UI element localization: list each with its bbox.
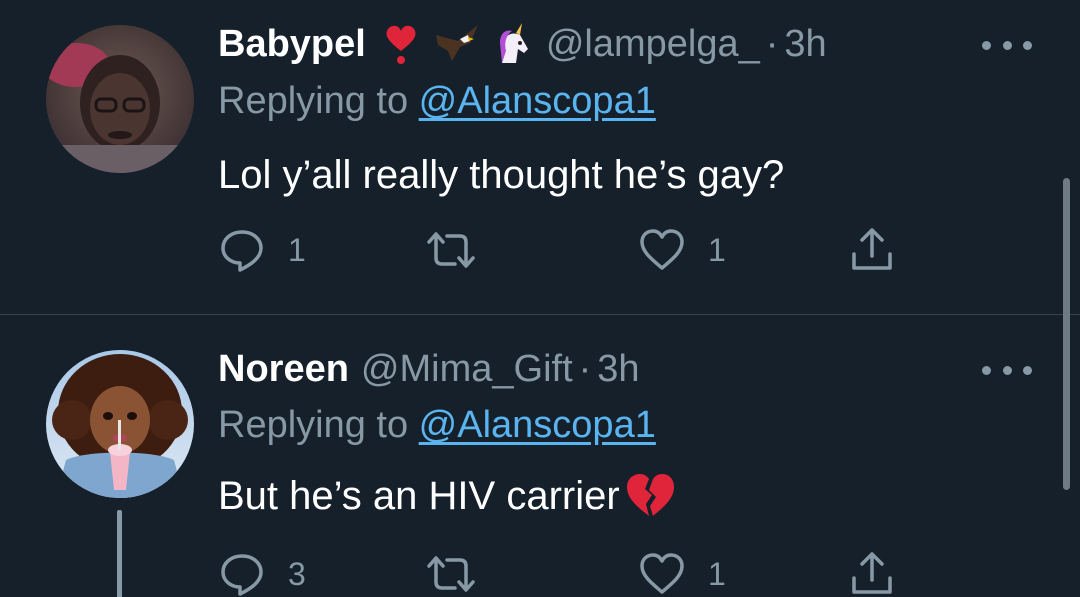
reply-count: 3 — [288, 555, 306, 592]
avatar[interactable] — [46, 25, 194, 173]
tweet-body: But he’s an HIV carrier — [218, 473, 620, 518]
reply-button[interactable]: 1 — [218, 226, 306, 274]
unicorn-icon — [490, 21, 536, 67]
tweet[interactable]: Babypel @lampelga_ · 3h Replying to @Ala… — [0, 0, 1080, 314]
reply-button[interactable]: 3 — [218, 550, 306, 597]
reply-icon — [221, 554, 263, 596]
eagle-icon — [434, 21, 480, 67]
display-name[interactable]: Babypel — [218, 23, 366, 66]
heart-icon — [640, 553, 684, 594]
separator-dot: · — [765, 22, 779, 65]
user-handle[interactable]: @lampelga_ — [546, 23, 760, 66]
more-options-icon[interactable] — [982, 355, 1032, 385]
separator-dot: · — [578, 347, 592, 390]
share-button[interactable] — [848, 550, 896, 597]
thread-line — [117, 510, 122, 597]
more-options-icon[interactable] — [982, 30, 1032, 60]
share-icon — [852, 552, 892, 594]
like-button[interactable]: 1 — [638, 226, 726, 274]
share-button[interactable] — [848, 226, 896, 274]
user-handle[interactable]: @Mima_Gift — [361, 348, 573, 391]
tweet-actions: 1 1 — [218, 226, 908, 274]
tweet-body: Lol y’all really thought he’s gay? — [218, 153, 785, 197]
like-count: 1 — [708, 555, 726, 592]
heart-icon — [640, 229, 684, 270]
display-name[interactable]: Noreen — [218, 348, 349, 391]
replying-to-line: Replying to @Alanscopa1 — [218, 80, 656, 123]
tweet-text: Lol y’all really thought he’s gay? — [218, 153, 784, 198]
replying-to-link[interactable]: @Alanscopa1 — [419, 404, 656, 446]
retweet-button[interactable] — [423, 226, 501, 274]
tweet-header: Babypel @lampelga_ · 3h — [218, 20, 827, 68]
like-button[interactable]: 1 — [638, 550, 726, 597]
like-count: 1 — [708, 231, 726, 268]
tweet-text: But he’s an HIV carrier — [218, 470, 686, 522]
heart-exclamation-icon — [378, 21, 424, 67]
tweet-actions: 3 1 — [218, 550, 908, 597]
retweet-icon — [427, 232, 475, 268]
replying-to-link[interactable]: @Alanscopa1 — [419, 80, 656, 122]
replying-to-line: Replying to @Alanscopa1 — [218, 404, 656, 447]
tweet-header: Noreen @Mima_Gift · 3h — [218, 345, 640, 393]
timestamp[interactable]: 3h — [784, 23, 826, 66]
share-icon — [852, 228, 892, 270]
timestamp[interactable]: 3h — [597, 348, 639, 391]
tweet[interactable]: Noreen @Mima_Gift · 3h Replying to @Alan… — [0, 315, 1080, 597]
scrollbar[interactable] — [1063, 178, 1070, 490]
avatar[interactable] — [46, 350, 194, 498]
reply-feed: Babypel @lampelga_ · 3h Replying to @Ala… — [0, 0, 1080, 597]
replying-to-label: Replying to — [218, 80, 419, 122]
broken-heart-icon — [624, 470, 676, 522]
reply-icon — [221, 230, 263, 272]
retweet-icon — [427, 556, 475, 592]
reply-count: 1 — [288, 231, 306, 268]
retweet-button[interactable] — [423, 550, 501, 597]
replying-to-label: Replying to — [218, 404, 419, 446]
